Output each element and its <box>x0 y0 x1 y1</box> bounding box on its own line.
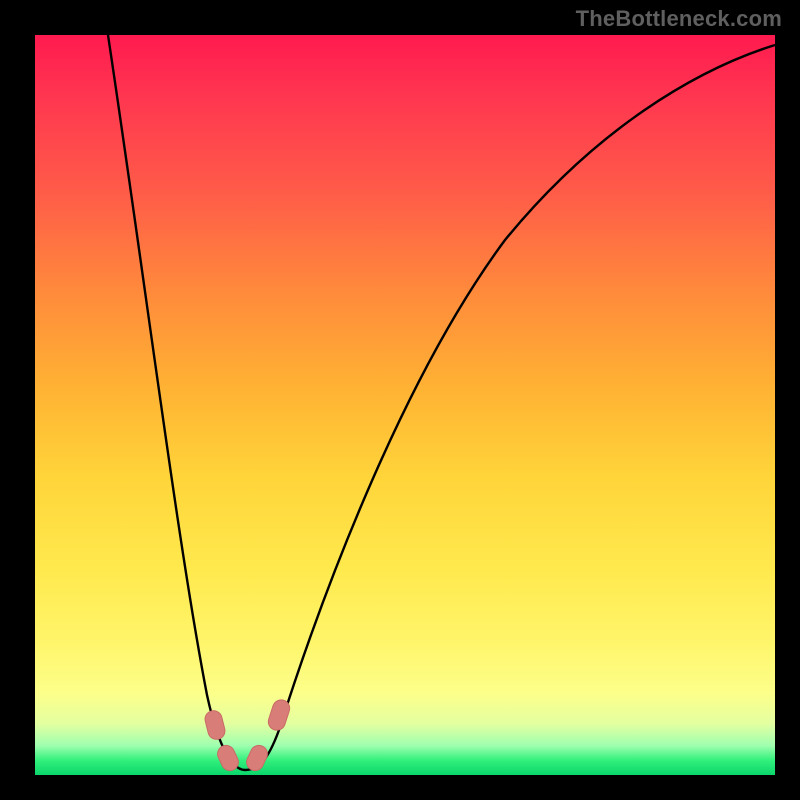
curve-marker <box>215 743 241 774</box>
curve-marker <box>266 698 292 733</box>
plot-area <box>35 35 775 775</box>
chart-svg <box>35 35 775 775</box>
curve-marker <box>203 709 227 741</box>
bottleneck-curve <box>108 35 775 770</box>
chart-frame: TheBottleneck.com <box>0 0 800 800</box>
watermark-text: TheBottleneck.com <box>576 6 782 32</box>
marker-group <box>203 698 292 774</box>
